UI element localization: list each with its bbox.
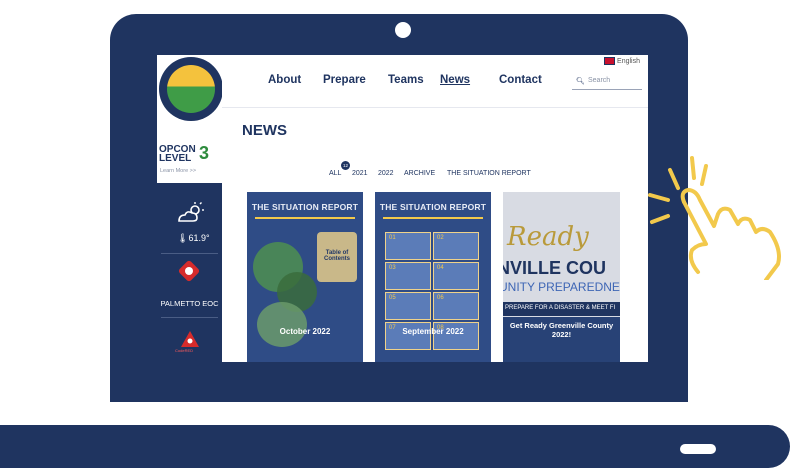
- learn-more-link[interactable]: Learn More >>: [160, 168, 196, 174]
- laptop-base: [0, 425, 790, 468]
- logo-area: [157, 55, 223, 145]
- temperature-readout: 🌡61.9°: [177, 233, 210, 244]
- toc-label: Table of Contents: [324, 250, 350, 262]
- nav-teams[interactable]: Teams: [388, 74, 424, 86]
- filter-all-label: ALL: [329, 170, 342, 177]
- filter-all[interactable]: ALL 12: [329, 161, 350, 177]
- county-seal-logo[interactable]: [159, 57, 223, 121]
- uk-flag-icon: [604, 57, 616, 65]
- eoc-icon-center: [183, 265, 195, 277]
- photo-circle: [257, 302, 307, 347]
- prepare-strip: PREPARE FOR A DISASTER & MEET FI: [503, 302, 620, 316]
- temperature-value: 61.9°: [188, 233, 210, 243]
- opcon-label: OPCON LEVEL: [159, 144, 196, 164]
- language-selector[interactable]: English: [604, 57, 640, 65]
- thermometer-icon: 🌡: [177, 233, 189, 243]
- prepare-strip-text: PREPARE FOR A DISASTER & MEET FI: [505, 305, 616, 311]
- card-caption: September 2022: [402, 327, 464, 336]
- cell-number: 02: [437, 235, 444, 241]
- seal-emblem: [167, 65, 215, 113]
- nav-about[interactable]: About: [268, 74, 301, 86]
- cell-number: 05: [389, 295, 396, 301]
- webcam: [395, 22, 411, 38]
- palmetto-eoc-label[interactable]: PALMETTO EOC: [157, 299, 222, 308]
- laptop-notch: [680, 444, 716, 454]
- news-card-get-ready[interactable]: Ready NVILLE COU UNITY PREPAREDNESS PREP…: [503, 192, 620, 362]
- partly-cloudy-icon: [175, 201, 205, 227]
- grid-cell: 03: [385, 262, 431, 290]
- news-card-october-2022[interactable]: THE SITUATION REPORT Table of Contents O…: [247, 192, 363, 362]
- filter-2021[interactable]: 2021: [352, 170, 368, 177]
- nav-prepare[interactable]: Prepare: [323, 74, 366, 86]
- county-heading: NVILLE COU: [503, 258, 607, 278]
- card-caption: October 2022: [279, 327, 331, 336]
- card-divider: [383, 217, 483, 219]
- grid-cell: 04: [433, 262, 479, 290]
- filter-2022[interactable]: 2022: [378, 170, 394, 177]
- page-title: NEWS: [242, 122, 287, 139]
- card-divider: [255, 217, 355, 219]
- palmetto-eoc-icon[interactable]: [177, 259, 201, 283]
- grid-cell: 06: [433, 292, 479, 320]
- sidebar-divider: [161, 317, 218, 318]
- top-navigation: English About Prepare Teams News Contact…: [222, 55, 648, 108]
- opcon-widget[interactable]: OPCON LEVEL 3 Learn More >>: [157, 143, 222, 183]
- search-input[interactable]: 🔍︎ Search: [572, 75, 642, 90]
- grid-cell: 02: [433, 232, 479, 260]
- filter-situation-report[interactable]: THE SITUATION REPORT: [447, 170, 531, 177]
- card-header: THE SITUATION REPORT: [251, 202, 359, 212]
- cell-number: 01: [389, 235, 396, 241]
- card-caption-box: Get Ready Greenville County 2022!: [503, 317, 620, 362]
- opcon-level-value: 3: [199, 143, 210, 163]
- codered-label: CodeRED: [175, 348, 194, 353]
- filter-count-badge: 12: [341, 161, 350, 170]
- preparedness-heading: UNITY PREPAREDNESS: [503, 280, 620, 294]
- codered-icon[interactable]: [181, 331, 199, 347]
- grid-cell: 01: [385, 232, 431, 260]
- sidebar-divider: [161, 253, 218, 254]
- cell-number: 03: [389, 265, 396, 271]
- card-header: THE SITUATION REPORT: [379, 202, 487, 212]
- filter-archive[interactable]: ARCHIVE: [404, 170, 435, 177]
- search-icon: 🔍︎: [576, 78, 585, 85]
- cell-number: 04: [437, 265, 444, 271]
- sidebar: OPCON LEVEL 3 Learn More >> 🌡61.9° PALME…: [157, 55, 223, 362]
- table-of-contents-box: Table of Contents: [317, 232, 357, 282]
- nav-news[interactable]: News: [434, 74, 476, 86]
- search-placeholder: Search: [588, 77, 611, 84]
- ready-heading: Ready: [507, 222, 589, 252]
- cell-number: 06: [437, 295, 444, 301]
- language-label: English: [617, 57, 640, 65]
- pointing-hand-icon: [648, 156, 781, 280]
- nav-contact[interactable]: Contact: [499, 74, 542, 86]
- card-caption: Get Ready Greenville County 2022!: [509, 321, 614, 339]
- news-card-september-2022[interactable]: THE SITUATION REPORT 01 02 03 04 05 06 0…: [375, 192, 491, 362]
- grid-cell: 05: [385, 292, 431, 320]
- screen: OPCON LEVEL 3 Learn More >> 🌡61.9° PALME…: [157, 55, 648, 362]
